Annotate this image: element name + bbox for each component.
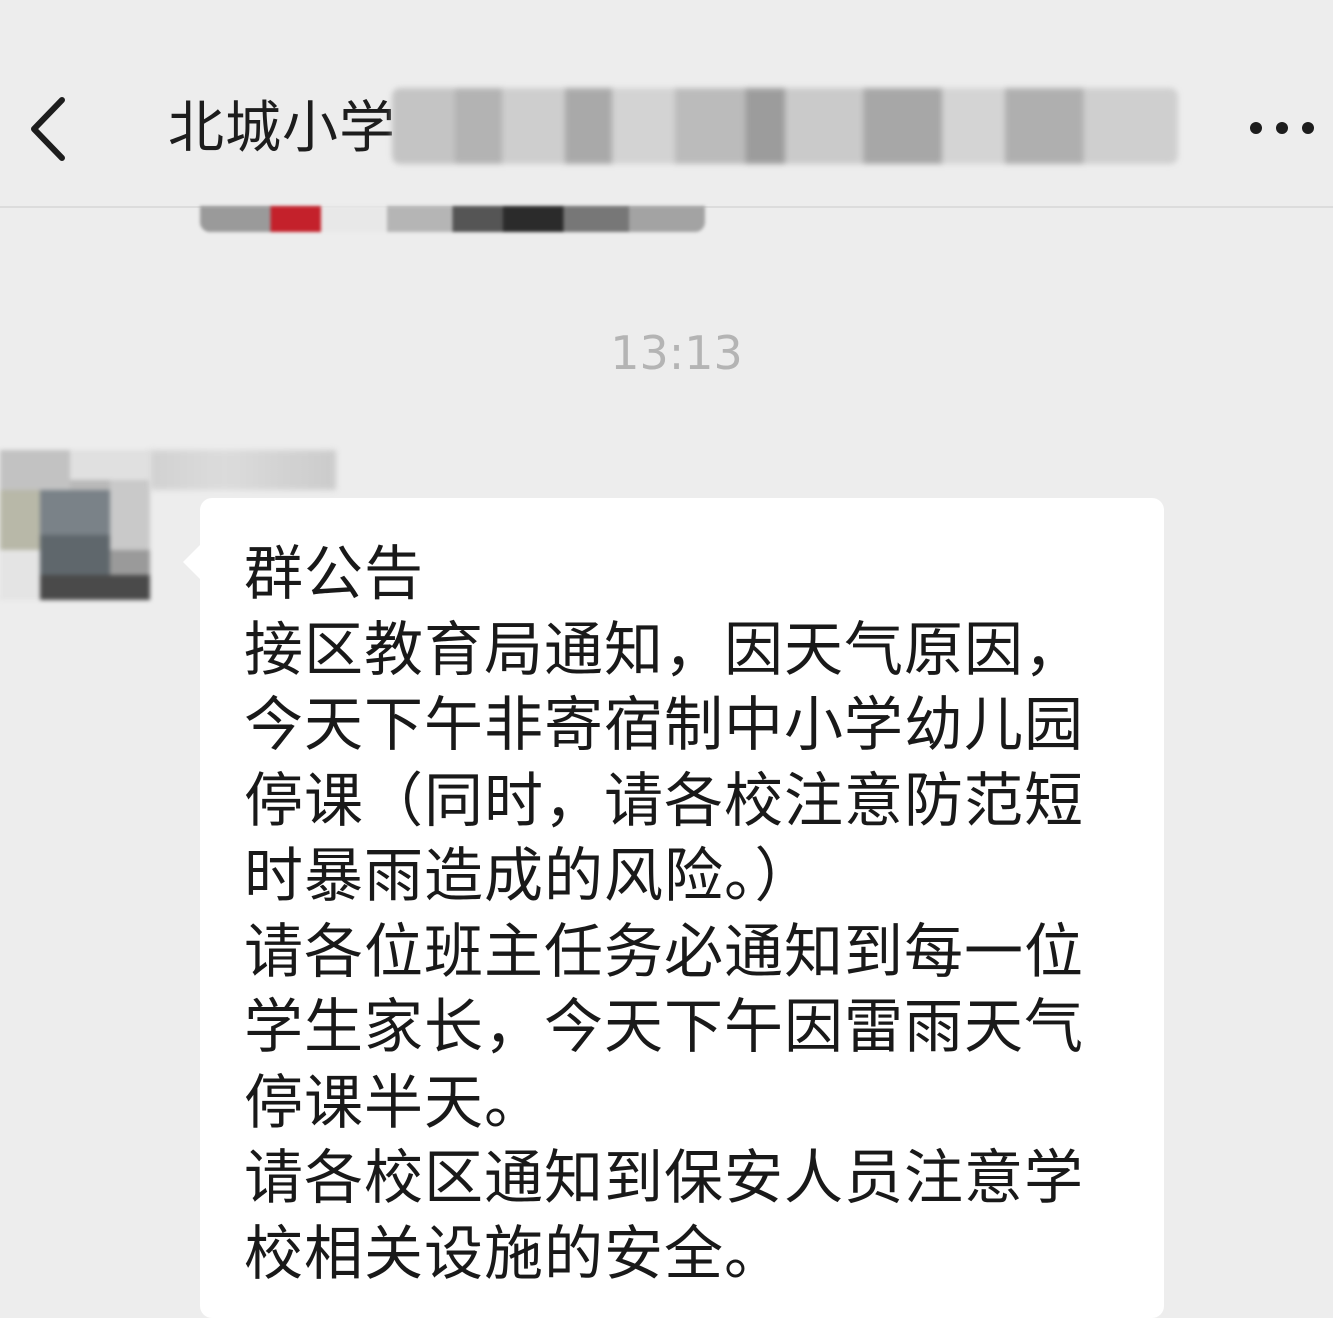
chevron-left-icon bbox=[31, 97, 65, 161]
message-timestamp: 13:13 bbox=[610, 326, 743, 380]
chat-header: 北城小学 bbox=[0, 0, 1333, 208]
more-dot-icon bbox=[1250, 122, 1262, 134]
message-line: 请各校区通知到保安人员注意学 bbox=[244, 1143, 1085, 1212]
more-button[interactable] bbox=[1246, 114, 1318, 142]
message-line: 请各位班主任务必通知到每一位 bbox=[244, 916, 1085, 986]
previous-media-message[interactable] bbox=[200, 206, 705, 232]
bubble-tail bbox=[183, 544, 201, 580]
more-dot-icon bbox=[1302, 122, 1314, 134]
more-dot-icon bbox=[1276, 122, 1288, 134]
message-line: 群公告 bbox=[244, 539, 425, 608]
chat-title: 北城小学 bbox=[168, 96, 396, 161]
back-button[interactable] bbox=[22, 92, 82, 166]
message-line: 学生家长，今天下午因雷雨天气 bbox=[244, 992, 1085, 1061]
message-text: 群公告 接区教育局通知，因天气原因， 今天下午非寄宿制中小学幼儿园 停课（同时，… bbox=[244, 536, 1144, 1291]
message-line: 停课（同时，请各校注意防范短 bbox=[244, 765, 1085, 835]
message-line: 时暴雨造成的风险。） bbox=[244, 841, 815, 910]
title-redacted-blur bbox=[392, 88, 1178, 164]
watermark bbox=[1092, 1262, 1332, 1280]
message-line: 今天下午非寄宿制中小学幼儿园 bbox=[244, 690, 1085, 759]
sender-avatar[interactable] bbox=[0, 450, 150, 600]
message-line: 接区教育局通知，因天气原因， bbox=[244, 614, 1085, 684]
sender-name-redacted bbox=[150, 450, 336, 490]
message-line: 停课半天。 bbox=[244, 1067, 545, 1137]
